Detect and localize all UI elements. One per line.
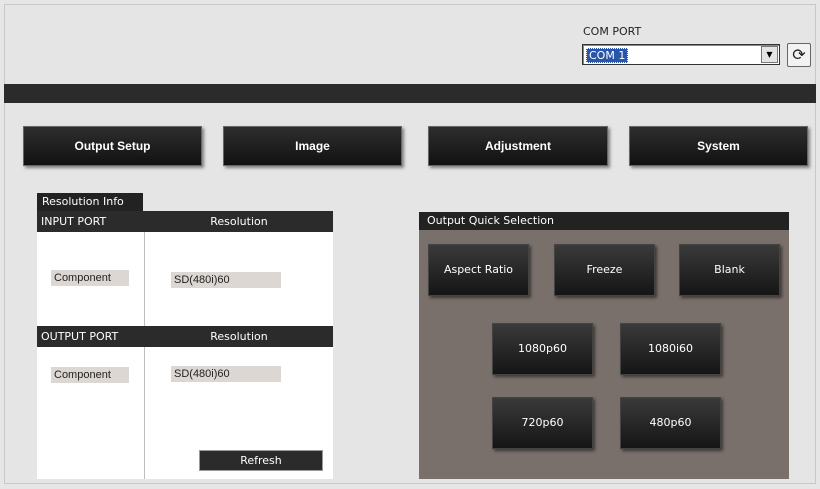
output-port-header: OUTPUT PORT	[41, 330, 119, 343]
input-resolution-value: SD(480i)60	[171, 272, 281, 288]
resolution-info-title: Resolution Info	[37, 193, 143, 211]
adjustment-button[interactable]: Adjustment	[428, 126, 608, 166]
system-button[interactable]: System	[629, 126, 808, 166]
input-port-value: Component	[51, 270, 129, 286]
output-port-value: Component	[51, 367, 129, 383]
image-button[interactable]: Image	[223, 126, 402, 166]
output-resolution-value: SD(480i)60	[171, 366, 281, 382]
input-header-row: INPUT PORT Resolution	[37, 211, 333, 232]
quick-selection-panel: Aspect Ratio Freeze Blank 1080p60 1080i6…	[419, 230, 789, 479]
chevron-down-icon[interactable]: ▼	[761, 46, 778, 63]
input-resolution-header: Resolution	[210, 215, 268, 228]
output-resolution-header: Resolution	[210, 330, 268, 343]
resolution-info-panel: INPUT PORT Resolution Component SD(480i)…	[37, 211, 333, 479]
quick-selection-title: Output Quick Selection	[419, 212, 789, 230]
blank-button[interactable]: Blank	[679, 244, 780, 296]
header-bar	[4, 84, 816, 103]
720p60-button[interactable]: 720p60	[492, 397, 593, 449]
com-port-select[interactable]: COM 1 ▼	[582, 44, 780, 65]
output-setup-button[interactable]: Output Setup	[23, 126, 202, 166]
com-port-label: COM PORT	[583, 25, 642, 38]
480p60-button[interactable]: 480p60	[620, 397, 721, 449]
aspect-ratio-button[interactable]: Aspect Ratio	[428, 244, 529, 296]
refresh-button[interactable]: Refresh	[199, 450, 323, 471]
refresh-icon: ⟳	[792, 45, 806, 64]
freeze-button[interactable]: Freeze	[554, 244, 655, 296]
1080i60-button[interactable]: 1080i60	[620, 323, 721, 375]
output-header-row: OUTPUT PORT Resolution	[37, 326, 333, 347]
1080p60-button[interactable]: 1080p60	[492, 323, 593, 375]
com-port-value: COM 1	[586, 48, 629, 63]
refresh-port-button[interactable]: ⟳	[787, 43, 811, 67]
input-port-header: INPUT PORT	[41, 215, 107, 228]
